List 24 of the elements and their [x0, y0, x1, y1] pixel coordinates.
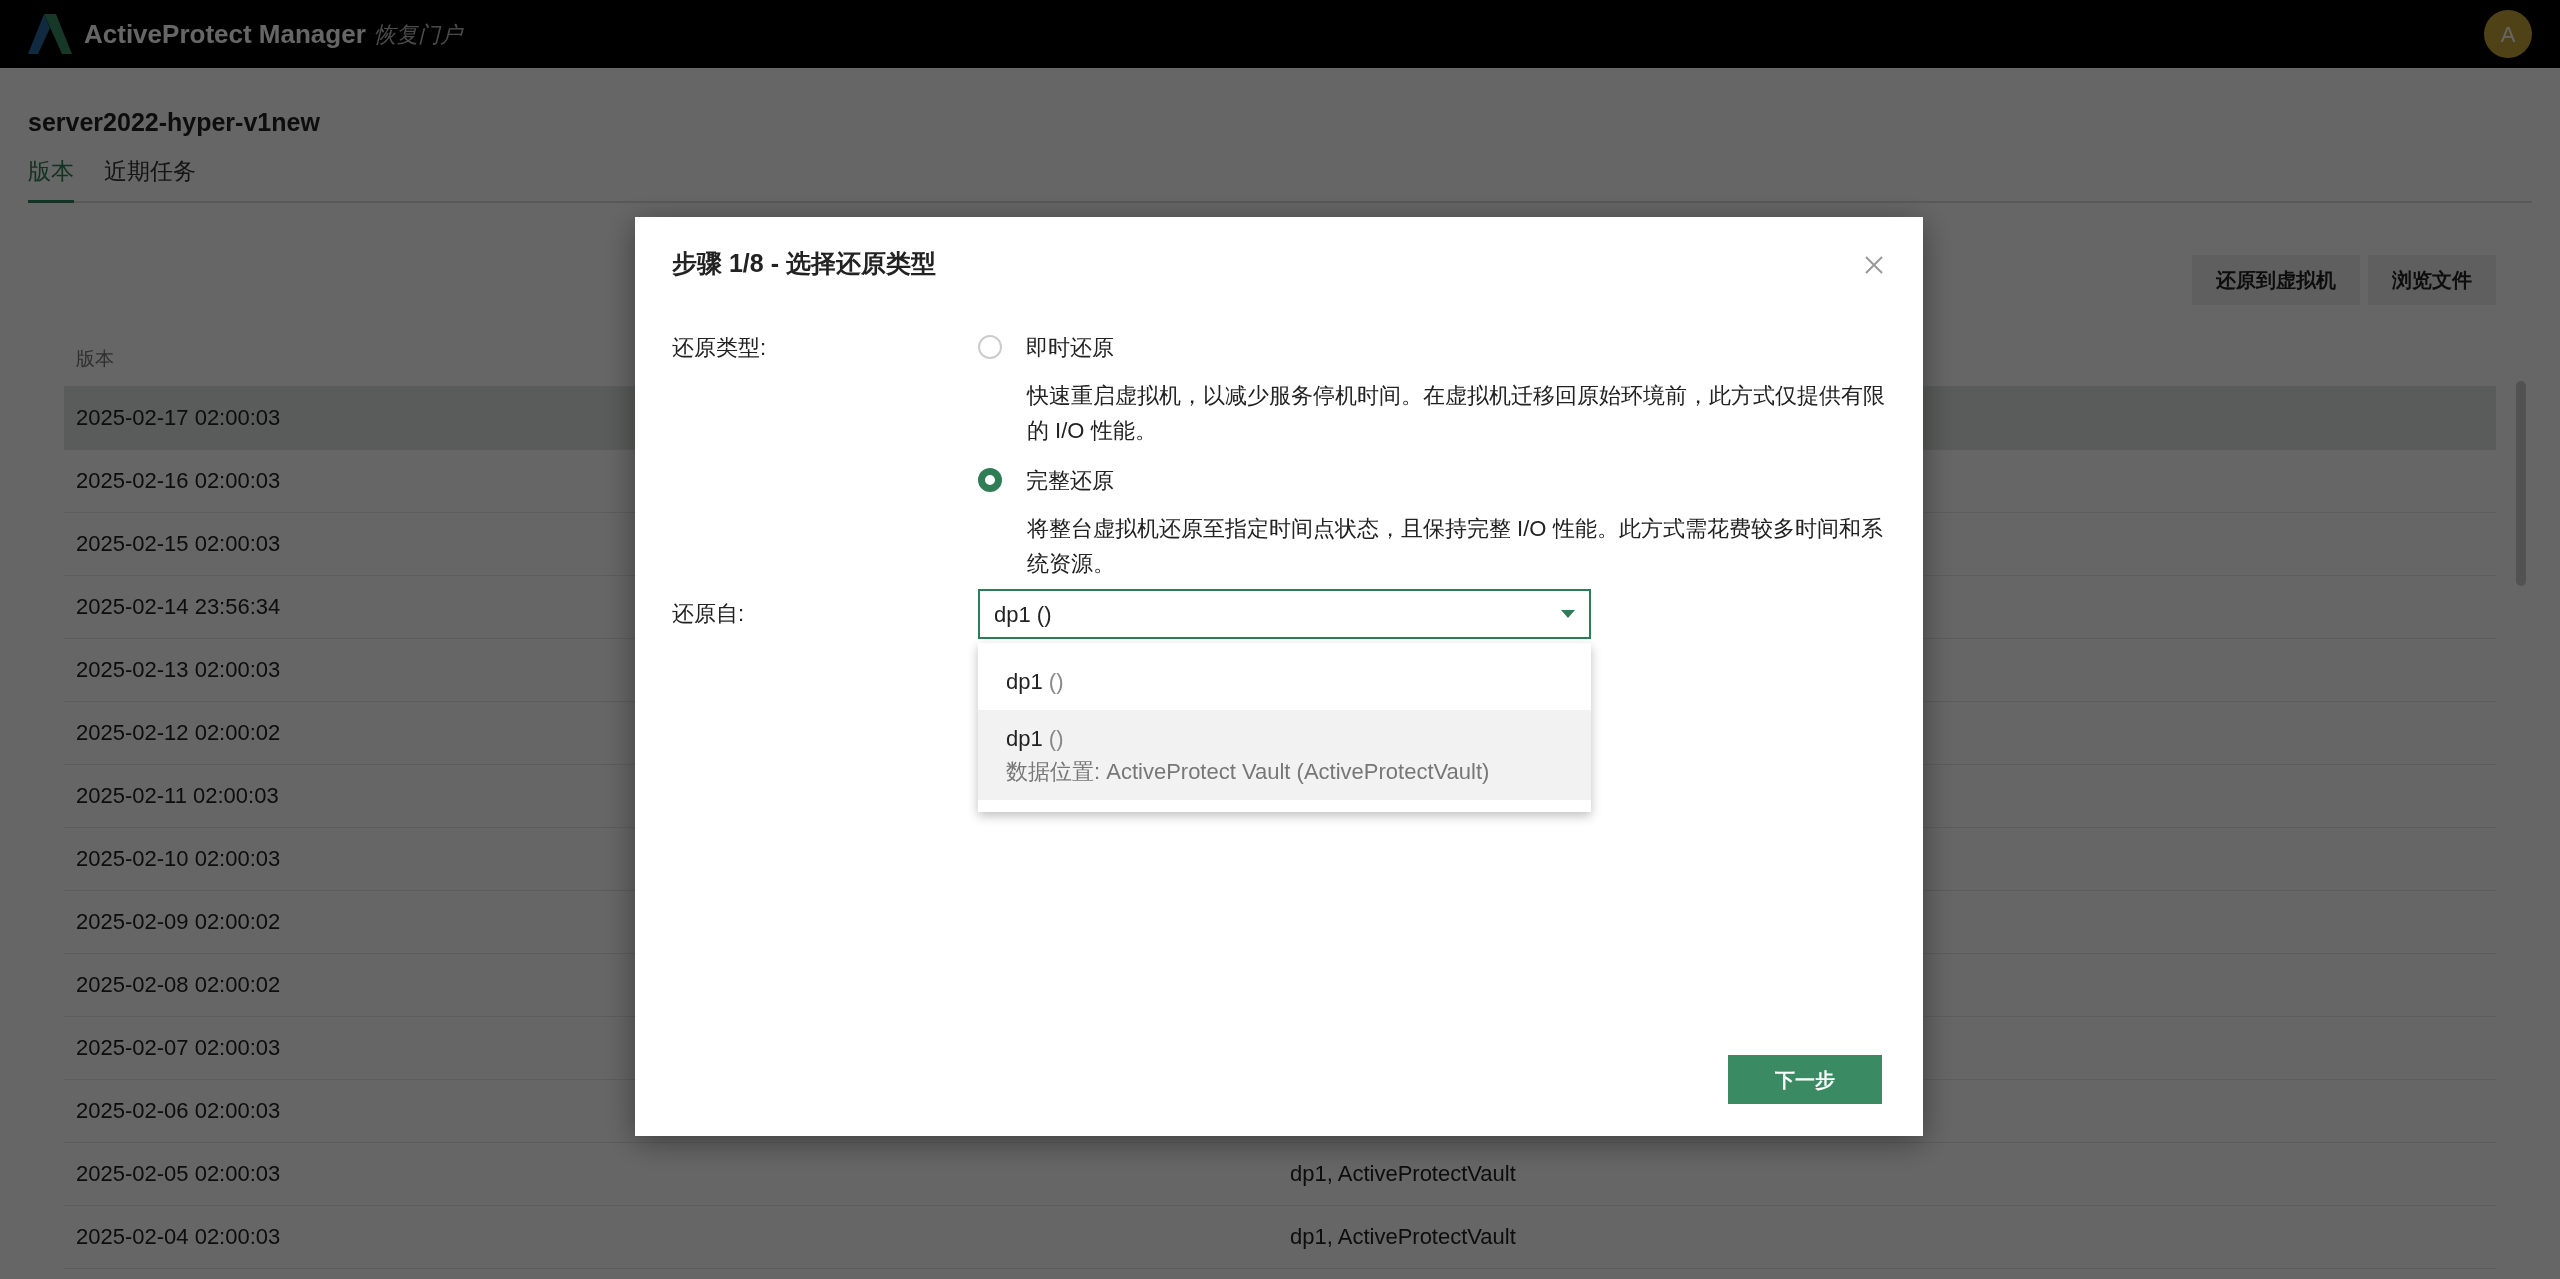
page-title: server2022-hyper-v1new: [28, 107, 321, 138]
option-description: 快速重启虚拟机，以减少服务停机时间。在虚拟机迁移回原始环境前，此方式仅提供有限的 I/O 性能。: [1027, 381, 1886, 445]
table-cell: 2025-02-07 02:00:03: [76, 1035, 281, 1060]
table-cell: 2025-02-16 02:00:03: [76, 468, 281, 493]
table-cell: 2025-02-04 02:00:03: [76, 1224, 281, 1249]
dialog-title: 步骤 1/8 - 选择还原类型: [672, 248, 936, 279]
app-name: ActiveProtect Manager: [84, 17, 366, 51]
table-cell: 2025-02-13 02:00:03: [76, 657, 281, 682]
field-label: 还原自:: [672, 601, 745, 627]
table-cell: 2025-02-06 02:00:03: [76, 1098, 281, 1123]
table-cell: 2025-02-17 02:00:03: [76, 405, 281, 430]
field-label: 还原类型:: [672, 334, 767, 360]
table-cell: 2025-02-14 23:56:34: [76, 594, 281, 619]
table-cell: 2025-02-11 02:00:03: [76, 783, 279, 808]
table-cell-text: dp1, ActiveProtectVault: [1290, 1160, 1516, 1188]
table-cell: 2025-02-09 02:00:02: [76, 909, 281, 934]
table-cell-text: dp1, ActiveProtectVault: [1290, 1223, 1516, 1251]
table-cell: 2025-02-05 02:00:03: [76, 1161, 281, 1186]
app-subtitle: 恢复门户: [373, 20, 462, 49]
option-description: 将整台虚拟机还原至指定时间点状态，且保持完整 I/O 性能。此方式需花费较多时间和系统资源。: [1027, 514, 1884, 579]
table-cell: 2025-02-08 02:00:02: [76, 972, 281, 997]
table-cell: 2025-02-12 02:00:02: [76, 720, 281, 745]
table-cell: 2025-02-10 02:00:03: [76, 846, 281, 871]
table-cell: 2025-02-15 02:00:03: [76, 531, 281, 556]
